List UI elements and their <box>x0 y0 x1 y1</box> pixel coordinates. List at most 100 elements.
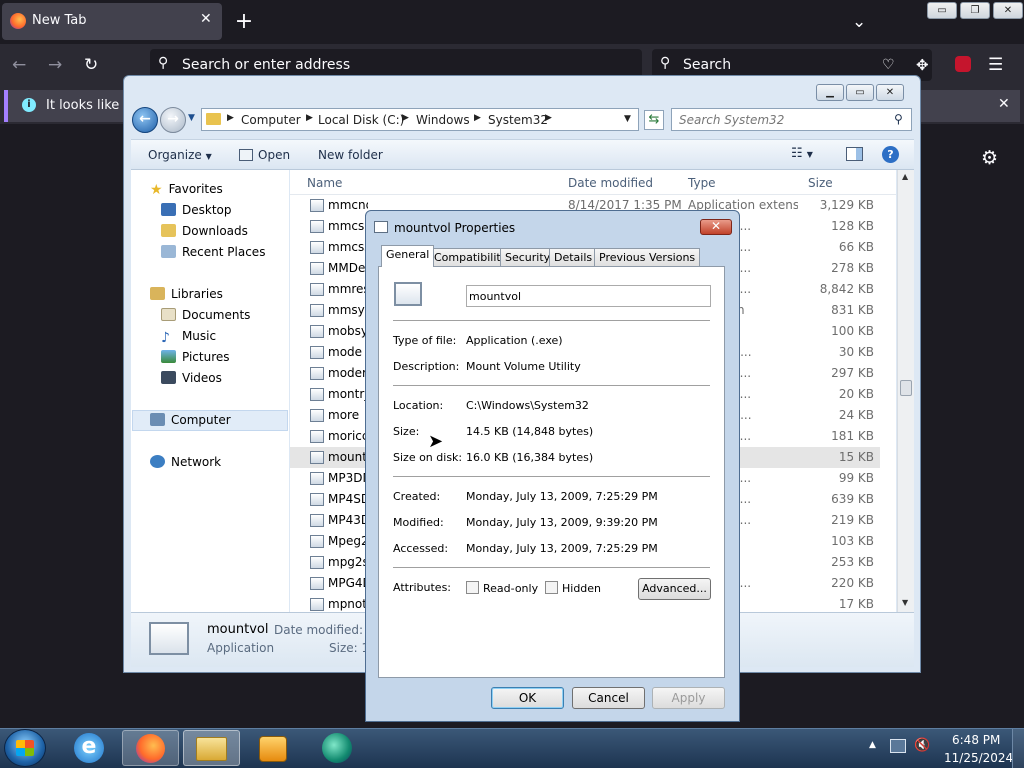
tab-list-chevron-icon[interactable]: ⌄ <box>852 10 866 34</box>
back-button[interactable]: ← <box>132 107 158 133</box>
open-label: Open <box>258 148 291 162</box>
explorer-search-box[interactable]: Search System32 ⚲ <box>671 108 912 131</box>
tab-close-icon[interactable]: ✕ <box>200 11 212 27</box>
scroll-up-icon[interactable]: ▲ <box>902 172 908 181</box>
refresh-icon[interactable]: ⇆ <box>644 110 664 130</box>
hidden-checkbox-box[interactable] <box>545 581 558 594</box>
filename-field[interactable] <box>466 285 711 307</box>
forward-arrow-icon[interactable]: → <box>48 53 62 77</box>
file-app-icon <box>394 282 422 306</box>
cancel-button[interactable]: Cancel <box>572 687 645 709</box>
hidden-label: Hidden <box>562 582 602 595</box>
new-tab-button[interactable]: + <box>232 10 256 34</box>
apply-button[interactable]: Apply <box>652 687 725 709</box>
help-icon[interactable]: ? <box>882 146 899 163</box>
tab-general[interactable]: General <box>381 245 435 267</box>
pocket-icon[interactable]: ♡ <box>882 53 895 77</box>
open-button[interactable]: Open <box>239 148 290 162</box>
clock-time[interactable]: 6:48 PM <box>952 733 1000 747</box>
recent-pages-chevron-icon[interactable]: ▼ <box>188 113 195 123</box>
size-on-disk-label: Size on disk: <box>393 451 463 464</box>
view-options-icon[interactable]: ☷ ▼ <box>791 146 813 161</box>
nav-label: Libraries <box>171 287 223 301</box>
search-icon: ⚲ <box>660 55 671 71</box>
file-name: mode <box>328 345 363 359</box>
file-name: more <box>328 408 360 422</box>
details-name: mountvol <box>207 622 269 637</box>
firefox-minimize-button[interactable]: ▭ <box>927 2 957 19</box>
tab-security[interactable]: Security <box>500 248 556 267</box>
nav-computer[interactable]: Computer <box>150 413 231 427</box>
reload-icon[interactable]: ↻ <box>84 53 98 77</box>
nav-pictures[interactable]: Pictures <box>161 350 230 364</box>
breadcrumb-windows[interactable]: Windows <box>416 113 470 127</box>
organize-button[interactable]: Organize ▼ <box>148 148 212 162</box>
dialog-close-button[interactable]: ✕ <box>700 219 732 235</box>
settings-gear-icon[interactable]: ⚙ <box>981 146 998 170</box>
file-icon <box>310 262 324 275</box>
column-header-size[interactable]: Size <box>808 176 833 190</box>
column-header-name[interactable]: Name <box>307 176 342 190</box>
notification-close-icon[interactable]: ✕ <box>998 96 1010 112</box>
advanced-button[interactable]: Advanced... <box>638 578 711 600</box>
preview-pane-icon[interactable] <box>846 147 863 161</box>
explorer-close-button[interactable]: ✕ <box>876 84 904 101</box>
nav-videos[interactable]: Videos <box>161 371 222 385</box>
forward-button[interactable]: → <box>160 107 186 133</box>
readonly-checkbox[interactable]: Read-only <box>466 581 538 595</box>
address-placeholder: Search or enter address <box>182 57 351 73</box>
tab-title: New Tab <box>32 13 87 28</box>
tab-details[interactable]: Details <box>549 248 598 267</box>
firefox-tab[interactable]: New Tab ✕ <box>2 3 222 40</box>
show-desktop-button[interactable] <box>1012 729 1024 768</box>
breadcrumb-system32[interactable]: System32 <box>488 113 548 127</box>
nav-network[interactable]: Network <box>150 455 221 469</box>
hidden-checkbox[interactable]: Hidden <box>545 581 601 595</box>
explorer-minimize-button[interactable]: ▁ <box>816 84 844 101</box>
media-player-icon[interactable] <box>259 736 287 762</box>
nav-recent-places[interactable]: Recent Places <box>161 245 265 259</box>
file-list-scrollbar[interactable]: ▲ ▼ <box>897 170 914 612</box>
firefox-close-button[interactable]: ✕ <box>993 2 1023 19</box>
internet-explorer-icon[interactable]: e <box>74 733 104 763</box>
nav-documents[interactable]: Documents <box>161 308 250 322</box>
column-header-date[interactable]: Date modified <box>568 176 653 190</box>
scroll-thumb[interactable] <box>900 380 912 396</box>
nav-libraries[interactable]: Libraries <box>150 287 223 301</box>
file-icon <box>310 241 324 254</box>
network-tray-icon[interactable] <box>890 739 906 753</box>
app-green-icon[interactable] <box>322 733 352 763</box>
nav-favorites[interactable]: ★ Favorites <box>150 182 223 198</box>
breadcrumb-computer[interactable]: Computer <box>241 113 301 127</box>
breadcrumb-separator-icon: ▶ <box>306 113 313 123</box>
file-icon <box>310 220 324 233</box>
nav-desktop[interactable]: Desktop <box>161 203 232 217</box>
nav-downloads[interactable]: Downloads <box>161 224 248 238</box>
breadcrumb-local-disk[interactable]: Local Disk (C:) <box>318 113 404 127</box>
column-header-type[interactable]: Type <box>688 176 716 190</box>
tray-expand-icon[interactable]: ▲ <box>869 740 876 750</box>
scroll-down-icon[interactable]: ▼ <box>902 598 908 607</box>
readonly-checkbox-box[interactable] <box>466 581 479 594</box>
extensions-icon[interactable]: ✥ <box>916 53 929 77</box>
ublock-icon[interactable] <box>955 56 971 72</box>
search-icon: ⚲ <box>894 112 903 126</box>
clock-date[interactable]: 11/25/2024 <box>944 751 1013 765</box>
volume-muted-icon[interactable]: 🔇 <box>914 738 930 753</box>
menu-icon[interactable]: ☰ <box>988 53 1003 77</box>
firefox-maximize-button[interactable]: ❐ <box>960 2 990 19</box>
back-arrow-icon[interactable]: ← <box>12 53 26 77</box>
nav-music[interactable]: ♪ Music <box>161 329 216 346</box>
file-size: 253 KB <box>831 555 874 569</box>
file-size: 100 KB <box>831 324 874 338</box>
file-size: 3,129 KB <box>819 198 874 212</box>
explorer-maximize-button[interactable]: ▭ <box>846 84 874 101</box>
address-history-chevron-icon[interactable]: ▼ <box>624 114 631 124</box>
location-label: Location: <box>393 399 444 412</box>
file-size: 15 KB <box>838 450 874 464</box>
ok-button[interactable]: OK <box>491 687 564 709</box>
new-folder-button[interactable]: New folder <box>318 148 383 162</box>
tab-previous-versions[interactable]: Previous Versions <box>594 248 701 267</box>
explorer-address-bar[interactable]: ▶ Computer ▶ Local Disk (C:) ▶ Windows ▶… <box>201 108 639 131</box>
file-icon <box>310 598 324 611</box>
